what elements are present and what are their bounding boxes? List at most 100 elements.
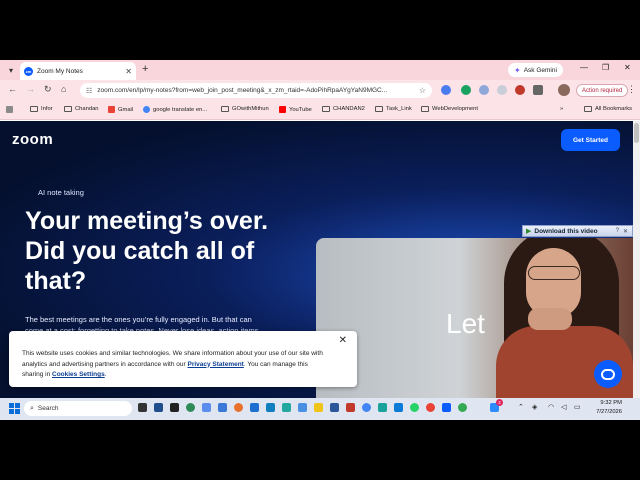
browser-menu-icon[interactable]: ⋮	[627, 84, 636, 95]
grammar-extension-icon[interactable]	[461, 85, 471, 95]
folder-icon	[421, 106, 429, 112]
bookmark-gowithmithun[interactable]: GOwithMithun	[221, 106, 269, 112]
privacy-statement-link[interactable]: Privacy Statement	[187, 361, 243, 368]
extension-icon[interactable]	[479, 85, 489, 95]
chat-icon	[601, 368, 615, 380]
task-view-icon[interactable]	[138, 403, 147, 412]
tray-overflow-icon[interactable]: ⌃	[518, 403, 524, 411]
extensions-puzzle-icon[interactable]	[533, 85, 543, 95]
ask-gemini-button[interactable]: ✦ Ask Gemini	[508, 63, 563, 77]
bookmark-chandan[interactable]: Chandan	[64, 106, 99, 112]
all-bookmarks-button[interactable]: All Bookmarks	[584, 106, 632, 112]
app-icon-2[interactable]	[186, 403, 195, 412]
glasses	[528, 266, 580, 280]
bookmark-webdevelopment[interactable]: WebDevelopment	[421, 106, 478, 112]
recorder-extension-icon[interactable]	[515, 85, 525, 95]
app-icon-4[interactable]	[218, 403, 227, 412]
folder-icon	[64, 106, 72, 112]
cookies-settings-link[interactable]: Cookies Settings	[52, 371, 105, 378]
translate-extension-icon[interactable]	[441, 85, 451, 95]
reload-icon[interactable]: ↻	[44, 84, 52, 95]
home-icon[interactable]: ⌂	[61, 84, 66, 94]
tab-close-icon[interactable]: ✕	[125, 67, 132, 76]
app-icon-5[interactable]	[234, 403, 243, 412]
folder-icon	[221, 106, 229, 112]
bookmark-chandan2[interactable]: CHANDAN2	[322, 106, 365, 112]
terminal-icon[interactable]	[170, 403, 179, 412]
search-placeholder: Search	[37, 405, 59, 412]
tab-zoom-my-notes[interactable]: zm Zoom My Notes ✕	[20, 62, 136, 80]
file-explorer-icon[interactable]	[314, 403, 323, 412]
clock-time: 9:32 PM	[600, 400, 622, 406]
forward-icon[interactable]: →	[26, 84, 35, 94]
taskbar-search[interactable]: ⌕ Search	[24, 401, 132, 416]
windows-start-icon[interactable]	[9, 403, 20, 414]
tab-search-icon[interactable]: ▾	[4, 63, 18, 77]
tab-strip: ▾ zm Zoom My Notes ✕ + ✦ Ask Gemini — ❐ …	[0, 60, 640, 80]
get-started-button[interactable]: Get Started	[561, 129, 620, 151]
download-video-bar[interactable]: ▶ Download this video ? ✕	[522, 225, 633, 237]
download-video-label: Download this video	[534, 227, 598, 235]
hero-paragraph-line1: The best meetings are the ones you’re fu…	[25, 315, 252, 324]
app-icon-3[interactable]	[202, 403, 211, 412]
app-icon-12[interactable]	[394, 403, 403, 412]
zoom-taskbar-icon[interactable]	[442, 403, 451, 412]
action-required-label: Action required	[582, 87, 623, 94]
app-icon-13[interactable]	[458, 403, 467, 412]
woman-hands	[528, 308, 572, 330]
bookmarks-overflow-icon[interactable]: »	[560, 106, 563, 112]
whatsapp-icon[interactable]	[410, 403, 419, 412]
minimize-icon[interactable]: —	[580, 63, 588, 72]
bookmark-google-translate[interactable]: google translate en...	[143, 106, 207, 113]
scrollbar-thumb[interactable]	[634, 123, 639, 143]
close-cookie-banner-icon[interactable]: ✕	[339, 335, 347, 347]
apps-icon	[6, 106, 13, 113]
word-icon[interactable]	[330, 403, 339, 412]
clock-date: 7/27/2026	[596, 409, 622, 415]
bookmark-gmail[interactable]: Gmail	[108, 106, 133, 113]
restore-icon[interactable]: ❐	[602, 63, 609, 72]
app-icon-1[interactable]	[154, 403, 163, 412]
tab-title: Zoom My Notes	[37, 67, 83, 75]
new-tab-icon[interactable]: +	[142, 63, 148, 75]
app-icon-9[interactable]	[298, 403, 307, 412]
battery-icon[interactable]: ▭	[574, 403, 581, 411]
app-icon-7[interactable]	[266, 403, 275, 412]
network-tray-icon[interactable]: ◈	[532, 403, 537, 411]
folder-icon	[375, 106, 383, 112]
gemini-icon: ✦	[514, 65, 521, 75]
close-window-icon[interactable]: ✕	[624, 63, 631, 72]
address-bar[interactable]: ☷ zoom.com/en/lp/my-notes?from=web_join_…	[80, 83, 432, 98]
app-icon-10[interactable]	[346, 403, 355, 412]
chrome-profile-icon[interactable]	[426, 403, 435, 412]
system-clock[interactable]: 9:32 PM 7/27/2026	[588, 399, 622, 417]
hero-video[interactable]: Let	[316, 238, 633, 398]
site-info-icon[interactable]: ☷	[86, 87, 92, 95]
page-scrollbar[interactable]	[633, 121, 640, 398]
bookmark-label: YouTube	[289, 106, 312, 113]
action-required-button[interactable]: Action required	[576, 84, 629, 97]
bookmark-task-link[interactable]: Task_Link	[375, 106, 412, 112]
help-icon[interactable]: ?	[616, 228, 619, 234]
apps-grid-icon[interactable]	[6, 106, 13, 113]
app-icon-11[interactable]	[378, 403, 387, 412]
wifi-icon[interactable]: ◠	[548, 403, 554, 411]
extension-icon-2[interactable]	[497, 85, 507, 95]
zoom-logo[interactable]: zoom	[12, 131, 53, 148]
close-icon[interactable]: ✕	[623, 228, 628, 235]
bookmark-infor[interactable]: Infor	[30, 106, 53, 112]
back-icon[interactable]: ←	[8, 84, 17, 94]
profile-avatar[interactable]	[558, 84, 570, 96]
volume-icon[interactable]: ◁	[561, 403, 566, 411]
google-icon	[143, 106, 150, 113]
app-icon-6[interactable]	[250, 403, 259, 412]
bookmark-youtube[interactable]: YouTube	[279, 106, 312, 113]
chat-support-button[interactable]	[594, 360, 622, 388]
windows-taskbar: ⌕ Search 2 ⌃ ◈ ◠ ◁ ▭ 9:32 PM 7/27/2026	[0, 398, 640, 420]
bookmark-star-icon[interactable]: ☆	[419, 86, 426, 95]
app-icon-8[interactable]	[282, 403, 291, 412]
search-icon: ⌕	[30, 404, 34, 412]
gmail-icon	[108, 106, 115, 113]
chrome-icon[interactable]	[362, 403, 371, 412]
cookie-text-3: .	[104, 371, 107, 378]
